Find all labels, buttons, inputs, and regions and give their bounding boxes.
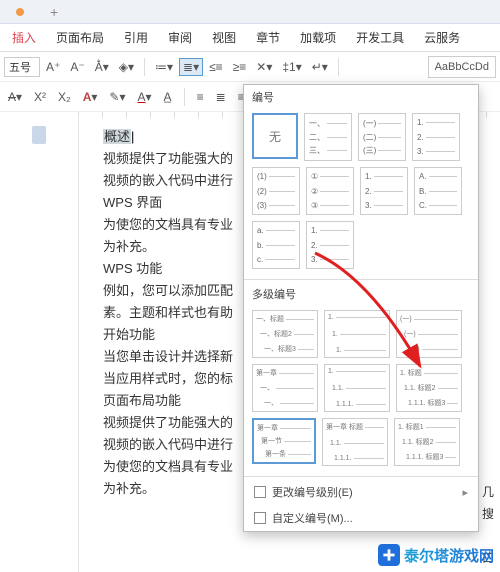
menu-insert[interactable]: 插入 — [6, 26, 42, 49]
multilevel-style-4[interactable]: 1.1.1.1.1.1. — [324, 364, 390, 412]
clipped-text — [482, 349, 500, 371]
clipped-text — [482, 415, 500, 437]
clipped-text — [482, 327, 500, 349]
clear-format-button[interactable]: ◈▾ — [115, 58, 138, 76]
multilevel-section-title: 多级编号 — [244, 282, 478, 306]
font-grow-button[interactable]: A⁺ — [42, 58, 64, 76]
numbering-style-6[interactable]: A.B.C. — [414, 167, 462, 215]
clipped-text — [482, 459, 500, 481]
phonetic-guide-button[interactable]: A̐▾ — [91, 58, 113, 76]
numbering-dropdown: 编号 无一、二、三、(一)(二)(三)1.2.3.(1)(2)(3)①②③1.2… — [243, 84, 479, 532]
multilevel-style-7[interactable]: 第一章 标题1.1.1.1.1. — [322, 418, 388, 466]
numbering-style-4[interactable]: ①②③ — [306, 167, 354, 215]
numbering-none[interactable]: 无 — [252, 113, 298, 159]
multilevel-style-3[interactable]: 第一章一、一、 — [252, 364, 318, 412]
multilevel-style-1[interactable]: 1.1.1. — [324, 310, 390, 358]
menu-page-layout[interactable]: 页面布局 — [50, 26, 110, 49]
custom-numbering-label: 自定义编号(M)... — [272, 510, 353, 526]
sort-button[interactable]: ✕▾ — [252, 58, 276, 76]
menu-view[interactable]: 视图 — [206, 26, 242, 49]
numbering-style-3[interactable]: (1)(2)(3) — [252, 167, 300, 215]
edit-number-level-item[interactable]: 更改编号级别(E) ▸ — [244, 479, 478, 505]
style-preview[interactable]: AaBbCcDd — [428, 56, 496, 78]
bullets-button[interactable]: ≔▾ — [151, 58, 177, 76]
align-left-button[interactable]: ≡ — [193, 88, 208, 106]
level-edit-icon — [254, 486, 266, 498]
numbering-style-8[interactable]: 1.2.3. — [306, 221, 354, 269]
menu-cloud[interactable]: 云服务 — [418, 26, 466, 49]
submenu-arrow-icon: ▸ — [462, 486, 468, 499]
custom-numbering-item[interactable]: 自定义编号(M)... — [244, 505, 478, 531]
align-center-button[interactable]: ≣ — [212, 88, 230, 106]
font-shrink-button[interactable]: A⁻ — [66, 58, 88, 76]
clipped-text — [482, 371, 500, 393]
highlight-button[interactable]: ✎▾ — [105, 88, 129, 106]
multilevel-style-2[interactable]: (一)(一)(一) — [396, 310, 462, 358]
decrease-indent-button[interactable]: ≤≡ — [205, 58, 227, 76]
numbering-button[interactable]: ≣▾ — [179, 58, 203, 76]
numbering-style-0[interactable]: 一、二、三、 — [304, 113, 352, 161]
numbering-style-7[interactable]: a.b.c. — [252, 221, 300, 269]
text-effects-button[interactable]: A▾ — [79, 88, 102, 106]
clipped-text — [482, 437, 500, 459]
subscript-button[interactable]: X₂ — [54, 88, 75, 106]
menu-developer[interactable]: 开发工具 — [350, 26, 410, 49]
clipped-text: 几被 — [482, 481, 500, 503]
clipped-text: 搜索 — [482, 503, 500, 525]
multilevel-style-8[interactable]: 1. 标题11.1. 标题21.1.1. 标题3 — [394, 418, 460, 466]
watermark-text: 泰尔塔游戏网 — [404, 545, 494, 566]
edit-number-level-label: 更改编号级别(E) — [272, 484, 353, 500]
menu-addins[interactable]: 加载项 — [294, 26, 342, 49]
char-shading-button[interactable]: A̲ — [160, 88, 176, 106]
superscript-button[interactable]: X² — [30, 88, 50, 106]
multilevel-style-0[interactable]: 一、标题一、标题2一、标题3 — [252, 310, 318, 358]
numbering-style-2[interactable]: 1.2.3. — [412, 113, 460, 161]
numbering-style-1[interactable]: (一)(二)(三) — [358, 113, 406, 161]
clipped-text — [482, 393, 500, 415]
increase-indent-button[interactable]: ≥≡ — [229, 58, 251, 76]
tab-active-indicator — [16, 8, 24, 16]
new-tab-button[interactable]: + — [42, 4, 66, 20]
numbering-style-5[interactable]: 1.2.3. — [360, 167, 408, 215]
toolbar-row-1: 五号 A⁺ A⁻ A̐▾ ◈▾ ≔▾ ≣▾ ≤≡ ≥≡ ✕▾ ‡1▾ ↵▾ Aa… — [0, 52, 500, 82]
multilevel-style-6[interactable]: 第一章第一节第一条 — [252, 418, 316, 464]
page-thumbnail-icon[interactable] — [32, 126, 46, 144]
asian-layout-button[interactable]: ‡1▾ — [278, 58, 305, 76]
show-marks-button[interactable]: ↵▾ — [308, 58, 332, 76]
menu-sections[interactable]: 章节 — [250, 26, 286, 49]
menu-review[interactable]: 审阅 — [162, 26, 198, 49]
strike-button[interactable]: A▾ — [4, 88, 26, 106]
watermark: 泰尔塔游戏网 — [378, 544, 494, 566]
numbering-section-title: 编号 — [244, 85, 478, 109]
watermark-logo-icon — [378, 544, 400, 566]
menu-references[interactable]: 引用 — [118, 26, 154, 49]
menu-bar: 插入 页面布局 引用 审阅 视图 章节 加载项 开发工具 云服务 — [0, 24, 500, 52]
multilevel-style-5[interactable]: 1. 标题1.1. 标题21.1.1. 标题3 — [396, 364, 462, 412]
custom-numbering-icon — [254, 512, 266, 524]
font-color-button[interactable]: A▾ — [134, 88, 156, 106]
font-size-select[interactable]: 五号 — [4, 57, 40, 77]
